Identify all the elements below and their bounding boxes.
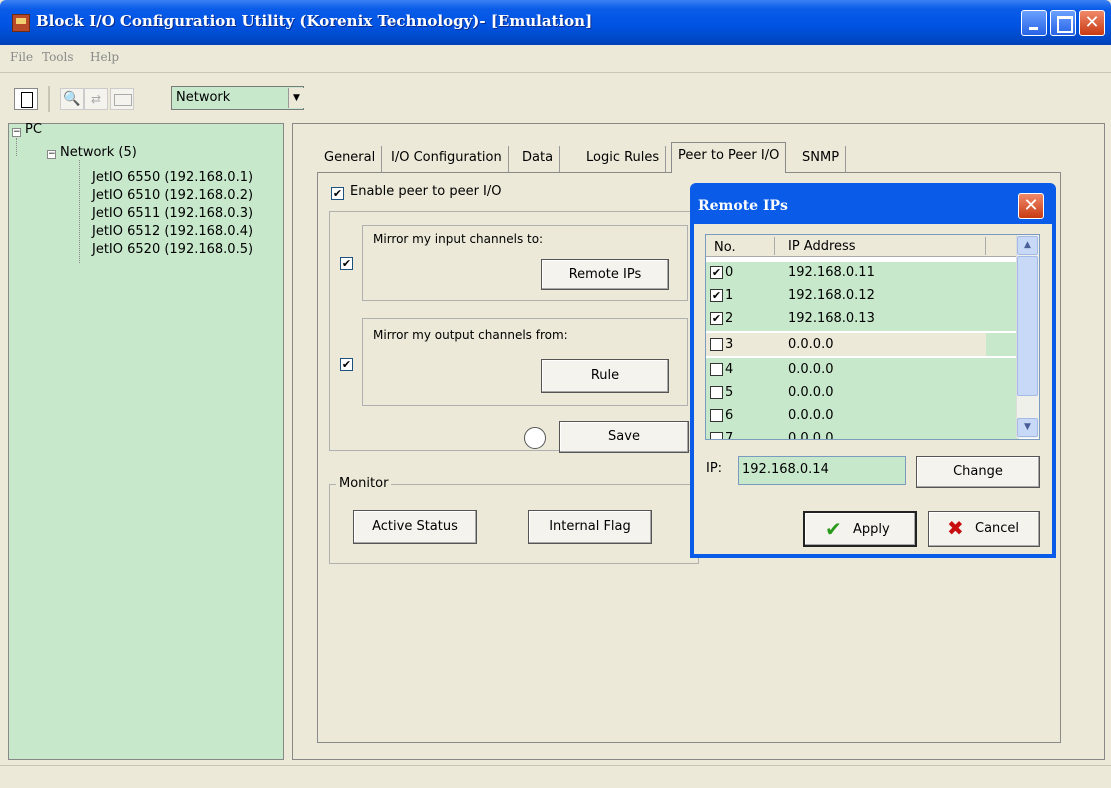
column-header-ip[interactable]: IP Address <box>788 239 856 254</box>
tab-snmp[interactable]: SNMP <box>796 146 847 172</box>
tree-network[interactable]: Network (5) <box>60 145 137 160</box>
apply-label: Apply <box>853 522 890 537</box>
menu-bar <box>0 45 1111 71</box>
monitor-label: Monitor <box>336 476 392 491</box>
tree-root[interactable]: PC <box>25 122 42 137</box>
ip-label: IP: <box>706 461 723 476</box>
tree-connector <box>79 160 80 263</box>
collapse-icon[interactable]: − <box>47 150 56 159</box>
search-refresh-icon[interactable]: ⇄ <box>84 88 108 110</box>
row-ip: 0.0.0.0 <box>788 362 834 377</box>
menu-divider <box>0 72 1111 73</box>
row-ip: 0.0.0.0 <box>788 431 834 439</box>
app-icon <box>12 14 30 32</box>
new-file-icon[interactable] <box>14 88 38 110</box>
active-status-button[interactable]: Active Status <box>353 510 477 544</box>
checkmark-icon: ✔ <box>825 517 842 541</box>
enable-peer-checkbox[interactable]: ✔ <box>331 187 344 200</box>
status-indicator <box>524 427 546 449</box>
list-row[interactable] <box>706 358 1019 381</box>
mirror-input-label: Mirror my input channels to: <box>373 232 544 246</box>
list-row[interactable] <box>706 333 1019 356</box>
cancel-label: Cancel <box>975 521 1020 536</box>
minimize-button[interactable] <box>1021 10 1047 36</box>
tree-connector <box>16 138 17 156</box>
save-button[interactable]: Save <box>559 421 689 453</box>
tree-device[interactable]: JetIO 6512 (192.168.0.4) <box>92 224 253 239</box>
remote-ips-button[interactable]: Remote IPs <box>541 259 669 290</box>
toolbar-separator <box>48 86 50 112</box>
tab-data[interactable]: Data <box>516 146 561 172</box>
window-title: Block I/O Configuration Utility (Korenix… <box>36 12 593 30</box>
ip-input[interactable]: 192.168.0.14 <box>738 456 906 485</box>
tree-device[interactable]: JetIO 6510 (192.168.0.2) <box>92 188 253 203</box>
column-header-no[interactable]: No. <box>714 240 736 255</box>
tree-device[interactable]: JetIO 6520 (192.168.0.5) <box>92 242 253 257</box>
maximize-button[interactable] <box>1050 10 1076 36</box>
collapse-icon[interactable]: − <box>12 128 21 137</box>
scroll-up-icon[interactable]: ▲ <box>1017 236 1038 255</box>
close-icon: ✕ <box>1084 12 1100 33</box>
apply-button[interactable]: ✔ Apply <box>803 511 917 547</box>
change-button[interactable]: Change <box>916 456 1040 488</box>
row-no: 1 <box>725 288 734 303</box>
list-row[interactable] <box>706 404 1019 427</box>
search-icon[interactable]: 🔍 <box>60 88 84 110</box>
header-divider <box>985 237 986 255</box>
cancel-button[interactable]: ✖ Cancel <box>928 511 1040 547</box>
network-select[interactable]: Network <box>171 86 304 110</box>
row-ip: 192.168.0.12 <box>788 288 875 303</box>
list-row[interactable] <box>706 381 1019 404</box>
enable-peer-label: Enable peer to peer I/O <box>350 184 502 199</box>
close-button[interactable]: ✕ <box>1079 10 1105 36</box>
tab-io-configuration[interactable]: I/O Configuration <box>385 146 509 172</box>
row-ip: 0.0.0.0 <box>788 408 834 423</box>
tab-general[interactable]: General <box>318 146 383 172</box>
row-ip: 192.168.0.13 <box>788 311 875 326</box>
tab-peer-to-peer[interactable]: Peer to Peer I/O <box>671 142 787 173</box>
tab-logic-rules[interactable]: Logic Rules <box>580 146 667 172</box>
menu-file[interactable]: File <box>10 50 33 64</box>
row-no: 5 <box>725 385 734 400</box>
row-checkbox[interactable]: ✔ <box>710 312 723 325</box>
dialog-close-icon[interactable]: ✕ <box>1018 193 1044 219</box>
row-checkbox[interactable] <box>710 432 723 439</box>
cancel-x-icon: ✖ <box>947 516 964 540</box>
row-ip: 0.0.0.0 <box>788 385 834 400</box>
row-partial: 7 0.0.0.0 <box>706 427 1016 439</box>
row-checkbox[interactable]: ✔ <box>710 266 723 279</box>
row-no: 0 <box>725 265 734 280</box>
menu-help[interactable]: Help <box>90 50 119 64</box>
row-checkbox[interactable] <box>710 338 723 351</box>
internal-flag-button[interactable]: Internal Flag <box>528 510 652 544</box>
tree-device[interactable]: JetIO 6511 (192.168.0.3) <box>92 206 253 221</box>
chevron-down-icon[interactable]: ▼ <box>288 88 304 108</box>
row-no: 3 <box>725 337 734 352</box>
row-checkbox[interactable] <box>710 409 723 422</box>
mirror-output-label: Mirror my output channels from: <box>373 328 568 342</box>
rule-button[interactable]: Rule <box>541 359 669 393</box>
row-checkbox[interactable] <box>710 386 723 399</box>
row-ip: 0.0.0.0 <box>788 337 834 352</box>
row-no: 2 <box>725 311 734 326</box>
tree-device[interactable]: JetIO 6550 (192.168.0.1) <box>92 170 253 185</box>
row-checkbox[interactable]: ✔ <box>710 289 723 302</box>
row-checkbox[interactable] <box>710 363 723 376</box>
list-header <box>706 235 1016 257</box>
header-divider <box>774 237 775 255</box>
mirror-input-checkbox[interactable]: ✔ <box>340 257 353 270</box>
row-no: 4 <box>725 362 734 377</box>
scroll-down-icon[interactable]: ▼ <box>1017 418 1038 437</box>
status-bar <box>0 765 1111 788</box>
scroll-thumb[interactable] <box>1017 256 1038 396</box>
mirror-output-checkbox[interactable]: ✔ <box>340 358 353 371</box>
dialog-title: Remote IPs <box>698 198 788 214</box>
row-no: 7 <box>725 431 734 439</box>
window-icon[interactable] <box>110 88 134 110</box>
menu-tools[interactable]: Tools <box>42 50 74 64</box>
row-no: 6 <box>725 408 734 423</box>
row-ip: 192.168.0.11 <box>788 265 875 280</box>
